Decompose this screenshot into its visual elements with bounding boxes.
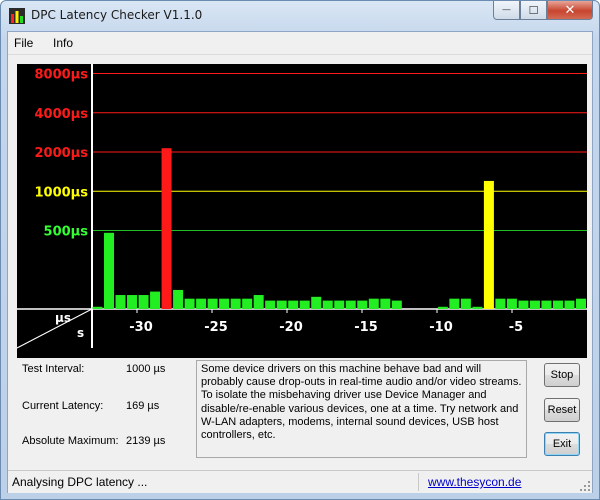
reset-button[interactable]: Reset [544, 398, 580, 422]
test-interval-row: Test Interval: 1000 µs [22, 363, 192, 377]
y-unit-label: µs [55, 311, 71, 325]
driver-warning-message: Some device drivers on this machine beha… [196, 360, 527, 458]
y-tick-label: 8000µs [35, 68, 89, 83]
menu-info[interactable]: Info [53, 36, 73, 50]
latency-bar [138, 295, 149, 309]
x-tick-label: -20 [279, 320, 303, 335]
website-link[interactable]: www.thesycon.de [428, 475, 521, 489]
latency-bar [483, 180, 494, 309]
close-icon: ✕ [564, 2, 576, 18]
latency-bar [127, 295, 138, 309]
close-button[interactable]: ✕ [547, 1, 593, 20]
latency-bar [219, 298, 230, 309]
latency-bar [173, 289, 184, 309]
status-text: Analysing DPC latency ... [12, 475, 148, 489]
status-bar: Analysing DPC latency ... www.thesycon.d… [8, 470, 592, 493]
latency-bar [449, 298, 460, 309]
latency-bar [460, 298, 471, 309]
x-tick-label: -25 [204, 320, 228, 335]
latency-bar [299, 300, 310, 309]
menu-bar: File Info [8, 32, 592, 55]
current-latency-label: Current Latency: [22, 400, 104, 412]
y-tick-label: 2000µs [35, 146, 89, 161]
absolute-maximum-value: 2139 µs [126, 435, 166, 447]
x-tick-label: -30 [129, 320, 153, 335]
window-title: DPC Latency Checker V1.1.0 [31, 8, 203, 22]
latency-bar [391, 300, 402, 309]
latency-bar [161, 148, 172, 309]
current-latency-value: 169 µs [126, 400, 160, 412]
test-interval-label: Test Interval: [22, 363, 85, 375]
stop-button[interactable]: Stop [544, 363, 580, 387]
minimize-button[interactable]: — [493, 1, 520, 20]
y-tick-label: 4000µs [35, 107, 89, 122]
app-icon [9, 8, 25, 24]
latency-bar [564, 300, 575, 309]
latency-bar [207, 298, 218, 309]
test-interval-value: 1000 µs [126, 363, 166, 375]
info-panel: Test Interval: 1000 µs Current Latency: … [22, 363, 192, 460]
latency-bar [184, 298, 195, 309]
exit-button[interactable]: Exit [544, 432, 580, 456]
x-tick-label: -10 [429, 320, 453, 335]
menu-file[interactable]: File [14, 36, 33, 50]
latency-bar [253, 295, 264, 309]
latency-bar [345, 300, 356, 309]
caption-buttons: — ☐ ✕ [493, 1, 593, 21]
resize-grip-icon[interactable] [580, 481, 590, 491]
latency-bar [368, 298, 379, 309]
latency-bar [552, 300, 563, 309]
latency-bar [115, 295, 126, 309]
maximize-icon: ☐ [528, 3, 539, 17]
absolute-maximum-label: Absolute Maximum: [22, 435, 119, 447]
latency-bar [311, 296, 322, 309]
y-tick-label: 1000µs [35, 185, 89, 200]
app-window: DPC Latency Checker V1.1.0 — ☐ ✕ File In… [0, 0, 600, 500]
minimize-icon: — [502, 4, 511, 15]
latency-bar [437, 306, 448, 309]
status-separator [418, 473, 419, 491]
latency-bar [265, 300, 276, 309]
latency-bar [150, 291, 161, 309]
latency-bar [242, 298, 253, 309]
latency-bar [472, 306, 483, 309]
latency-bar [322, 300, 333, 309]
latency-bar [104, 232, 115, 309]
title-bar[interactable]: DPC Latency Checker V1.1.0 — ☐ ✕ [1, 1, 599, 31]
chart-background [17, 64, 587, 358]
latency-bar [575, 298, 586, 309]
x-unit-label: s [77, 326, 84, 340]
current-latency-row: Current Latency: 169 µs [22, 400, 192, 414]
latency-bar [196, 298, 207, 309]
latency-bar [529, 300, 540, 309]
latency-bar [357, 300, 368, 309]
latency-bar [518, 300, 529, 309]
latency-bar [541, 300, 552, 309]
latency-bar [288, 300, 299, 309]
latency-bar [276, 300, 287, 309]
latency-bar [506, 298, 517, 309]
client-area: File Info 16000µs8000µs4000µs2000µs1000µ… [7, 31, 593, 493]
latency-bar [380, 298, 391, 309]
latency-bar [230, 298, 241, 309]
absolute-maximum-row: Absolute Maximum: 2139 µs [22, 435, 192, 449]
y-tick-label: 500µs [44, 225, 89, 240]
x-tick-label: -5 [509, 320, 523, 335]
maximize-button[interactable]: ☐ [520, 1, 547, 20]
latency-bar [92, 306, 103, 309]
latency-bar [334, 300, 345, 309]
latency-bar [495, 298, 506, 309]
x-tick-label: -15 [354, 320, 378, 335]
latency-chart: 16000µs8000µs4000µs2000µs1000µs500µs-30-… [17, 64, 587, 358]
